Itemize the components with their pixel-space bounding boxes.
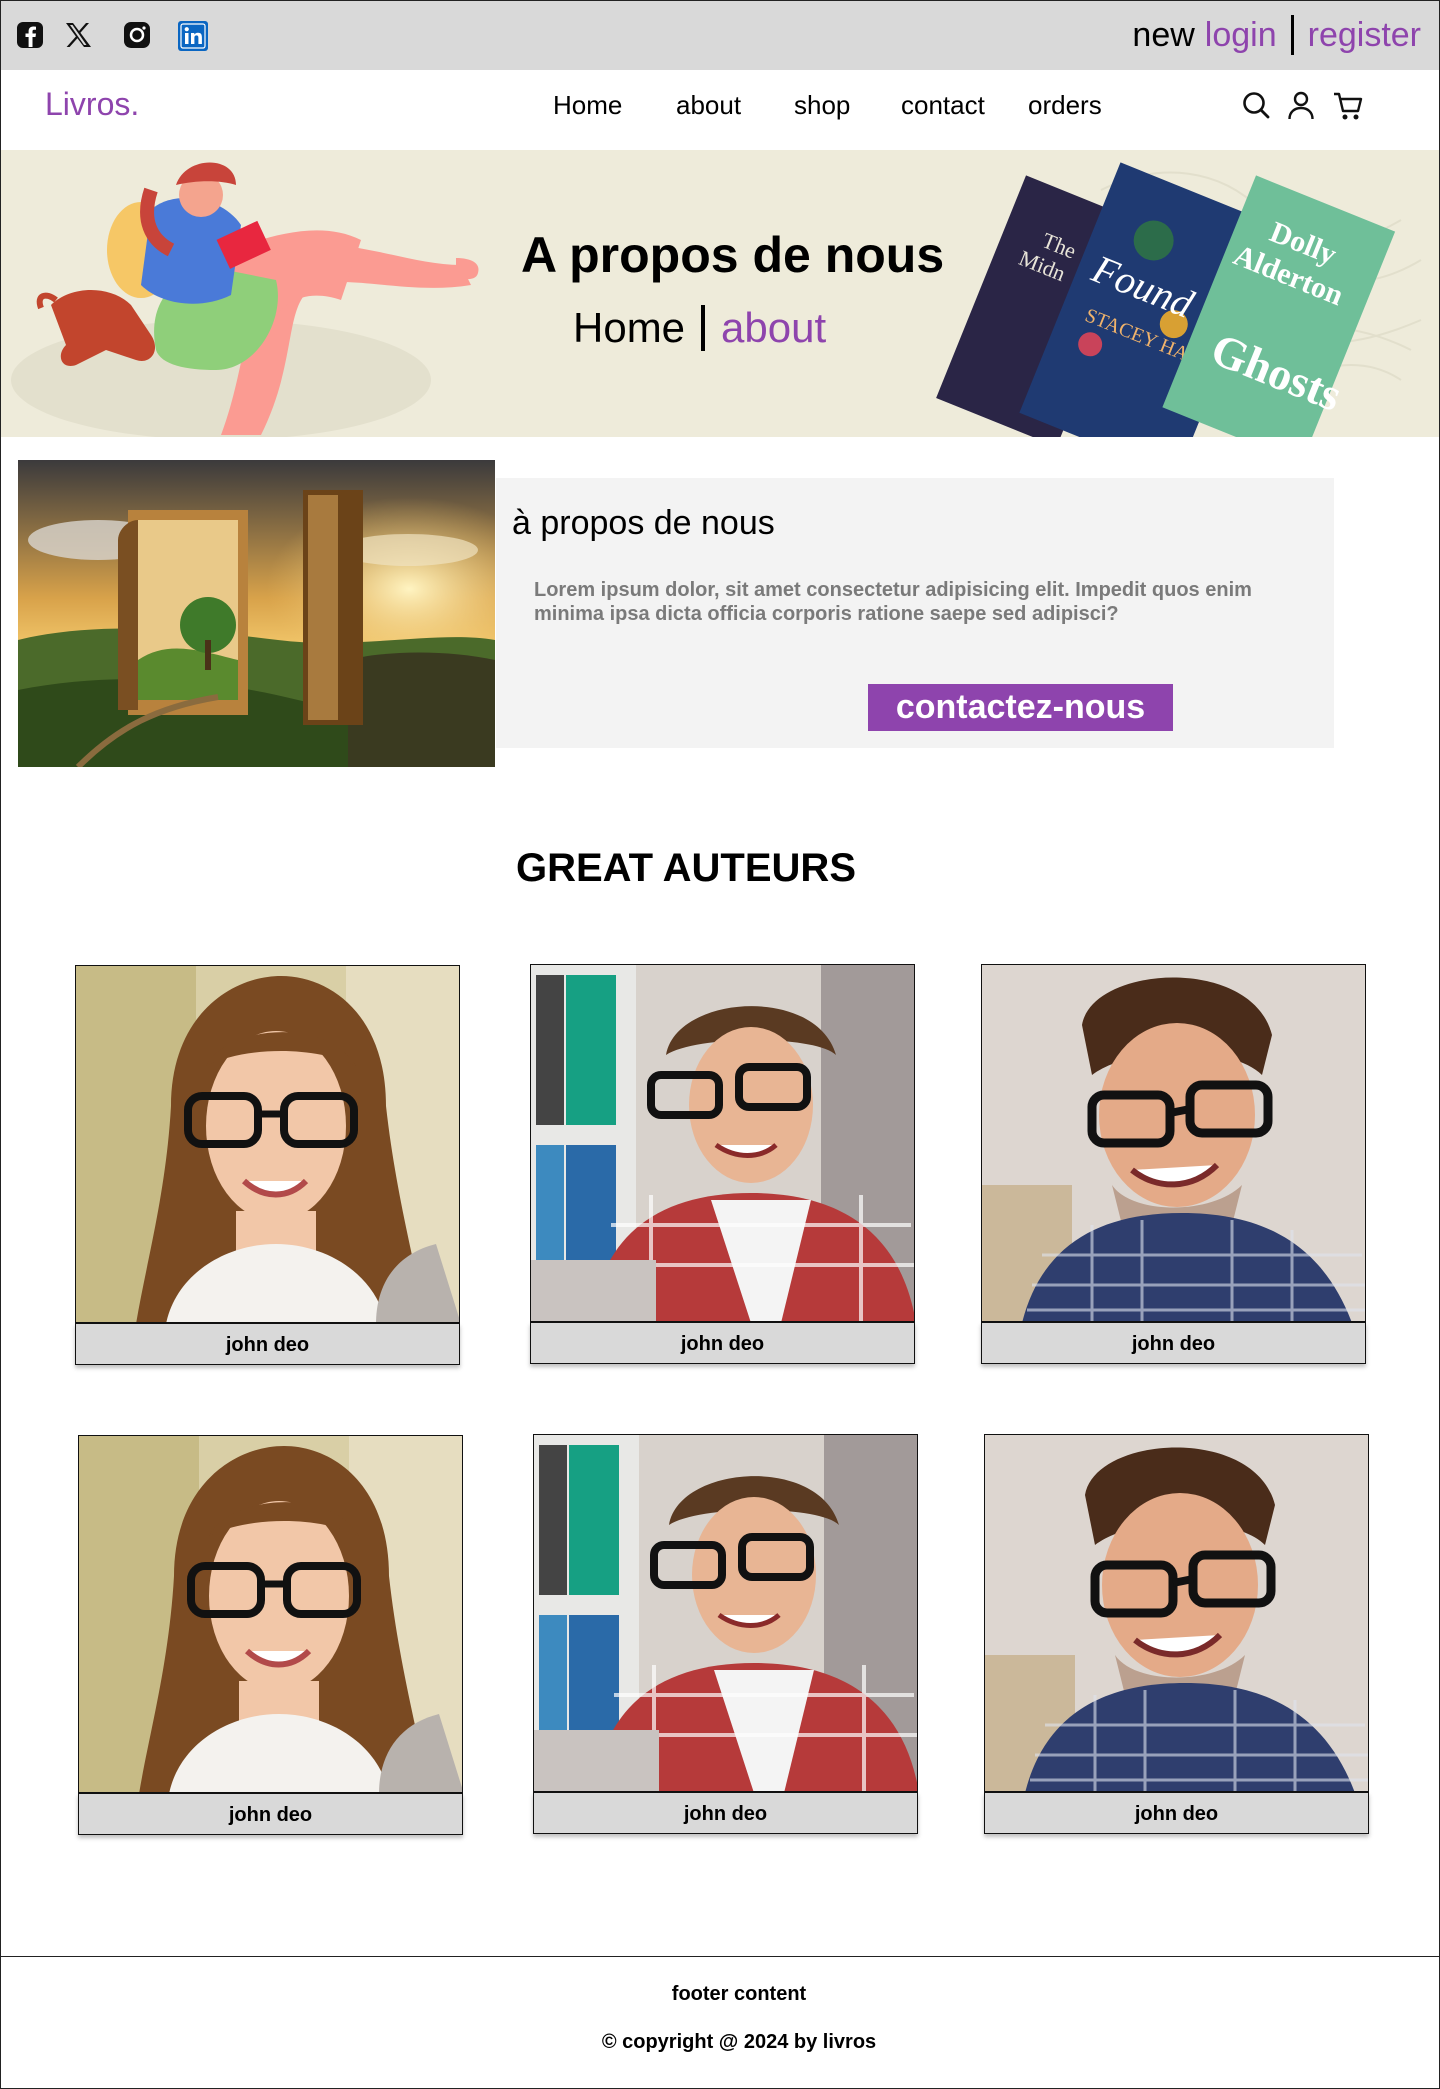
login-link[interactable]: login — [1205, 16, 1277, 55]
author-name: john deo — [530, 1322, 915, 1364]
page-banner: The Midn Found STACEY HALLS Dolly Aldert… — [1, 150, 1439, 437]
author-name: john deo — [981, 1322, 1366, 1364]
authors-title: GREAT AUTEURS — [516, 846, 856, 890]
banner-illustration: The Midn Found STACEY HALLS Dolly Aldert… — [11, 162, 1422, 437]
nav-shop[interactable]: shop — [794, 90, 850, 121]
author-photo — [533, 1434, 918, 1792]
about-card: à propos de nous Lorem ipsum dolor, sit … — [496, 478, 1334, 748]
author-photo — [530, 964, 915, 1322]
auth-links: new login register — [1132, 15, 1421, 55]
nav-orders[interactable]: orders — [1028, 90, 1102, 121]
search-icon[interactable] — [1241, 90, 1271, 122]
linkedin-icon[interactable] — [178, 21, 208, 51]
author-name: john deo — [533, 1792, 918, 1834]
author-card[interactable]: john deo — [984, 1434, 1369, 1834]
author-card[interactable]: john deo — [78, 1435, 463, 1835]
author-name: john deo — [75, 1323, 460, 1365]
author-card[interactable]: john deo — [75, 965, 460, 1365]
author-card[interactable]: john deo — [533, 1434, 918, 1834]
about-text: Lorem ipsum dolor, sit amet consectetur … — [534, 579, 1252, 625]
breadcrumb: Home about — [573, 304, 826, 352]
author-card[interactable]: john deo — [530, 964, 915, 1364]
contact-button[interactable]: contactez-nous — [868, 684, 1173, 731]
about-image — [18, 460, 495, 767]
site-logo[interactable]: Livros. — [45, 86, 139, 123]
auth-divider — [1290, 15, 1294, 55]
nav-about[interactable]: about — [676, 90, 741, 121]
footer-content: footer content — [671, 1983, 807, 2005]
banner-title: A propos de nous — [521, 227, 945, 283]
about-title: à propos de nous — [512, 504, 775, 542]
facebook-icon[interactable] — [16, 21, 46, 51]
top-bar: new login register — [1, 1, 1439, 70]
main-header: Livros. Home about shop contact orders — [1, 70, 1439, 150]
author-name: john deo — [78, 1793, 463, 1835]
copyright: © copyright @ 2024 by livros — [601, 2031, 877, 2053]
author-name: john deo — [984, 1792, 1369, 1834]
author-photo — [984, 1434, 1369, 1792]
register-link[interactable]: register — [1308, 16, 1421, 55]
breadcrumb-divider — [701, 305, 706, 351]
new-label: new — [1132, 15, 1195, 54]
author-card[interactable]: john deo — [981, 964, 1366, 1364]
cart-icon[interactable] — [1333, 90, 1363, 122]
breadcrumb-home[interactable]: Home — [573, 304, 685, 352]
nav-contact[interactable]: contact — [901, 90, 985, 121]
nav-home[interactable]: Home — [553, 90, 622, 121]
instagram-icon[interactable] — [123, 21, 153, 51]
user-icon[interactable] — [1286, 90, 1316, 122]
author-photo — [78, 1435, 463, 1793]
breadcrumb-current: about — [721, 304, 827, 351]
x-twitter-icon[interactable] — [63, 21, 93, 51]
footer: footer content © copyright @ 2024 by liv… — [1, 1956, 1439, 2088]
author-photo — [75, 965, 460, 1323]
author-photo — [981, 964, 1366, 1322]
